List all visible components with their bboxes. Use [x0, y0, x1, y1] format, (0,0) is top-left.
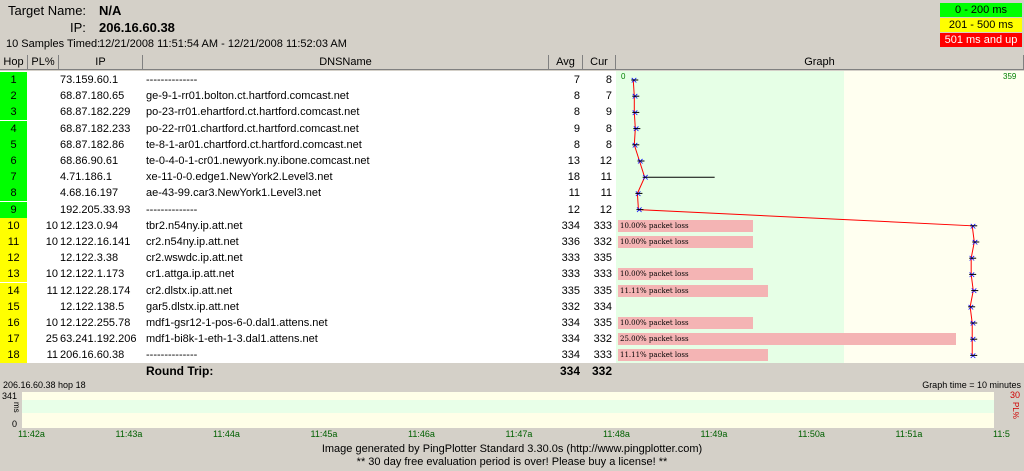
- round-trip-avg: 334: [559, 364, 580, 378]
- footer: Image generated by PingPlotter Standard …: [0, 443, 1024, 469]
- latency-point: ×: [632, 125, 640, 135]
- timeline-tick-label: 11:51a: [895, 429, 923, 439]
- timeline-tick-label: 11:42a: [18, 429, 45, 439]
- timeline-tick-label: 11:50a: [798, 429, 825, 439]
- latency-point: ×: [970, 287, 978, 297]
- timeline-tick-label: 11:5: [993, 429, 1010, 439]
- timeline-y-max: 341: [2, 391, 18, 401]
- latency-point: ×: [971, 238, 979, 248]
- latency-point: ×: [969, 222, 977, 232]
- latency-point: ×: [630, 76, 638, 86]
- latency-point: ×: [969, 335, 977, 345]
- timeline-green-band: [22, 400, 994, 413]
- timeline-y-min: 0: [12, 419, 18, 429]
- timeline-plot[interactable]: [22, 392, 994, 428]
- latency-point: ×: [968, 270, 976, 280]
- timeline-pl-label: PL%: [1011, 402, 1020, 419]
- timeline-tick-label: 11:46a: [408, 429, 435, 439]
- latency-point: ×: [969, 319, 977, 329]
- latency-point: ×: [968, 254, 976, 264]
- latency-point: ×: [631, 141, 639, 151]
- round-trip-label: Round Trip:: [146, 364, 214, 378]
- round-trip-cur: 332: [591, 364, 612, 378]
- timeline-y-label: ms: [12, 402, 21, 413]
- graph-time-label: Graph time = 10 minutes: [922, 380, 1021, 390]
- latency-point: ×: [967, 303, 975, 313]
- timeline-title: 206.16.60.38 hop 18: [3, 380, 86, 390]
- latency-point: ×: [636, 157, 644, 167]
- timeline-tick-label: 11:44a: [213, 429, 240, 439]
- timeline-tick-label: 11:47a: [505, 429, 533, 439]
- timeline-tick-label: 11:43a: [115, 429, 143, 439]
- footer-license: ** 30 day free evaluation period is over…: [356, 456, 668, 468]
- timeline-tick-label: 11:45a: [310, 429, 338, 439]
- latency-point: ×: [642, 173, 650, 183]
- latency-point: ×: [634, 189, 642, 199]
- latency-point: ×: [631, 92, 639, 102]
- timeline-tick-label: 11:49a: [700, 429, 728, 439]
- footer-generated: Image generated by PingPlotter Standard …: [321, 443, 703, 455]
- timeline-tick-label: 11:48a: [603, 429, 630, 439]
- latency-point: ×: [635, 206, 643, 216]
- round-trip-row: Round Trip: 334 332: [0, 364, 1024, 378]
- latency-point: ×: [631, 108, 639, 118]
- latency-point: ×: [969, 351, 977, 361]
- timeline-pl-max: 30: [1010, 390, 1021, 400]
- latency-trace-line: [632, 79, 975, 356]
- timeline-panel: 206.16.60.38 hop 18 Graph time = 10 minu…: [0, 380, 1024, 439]
